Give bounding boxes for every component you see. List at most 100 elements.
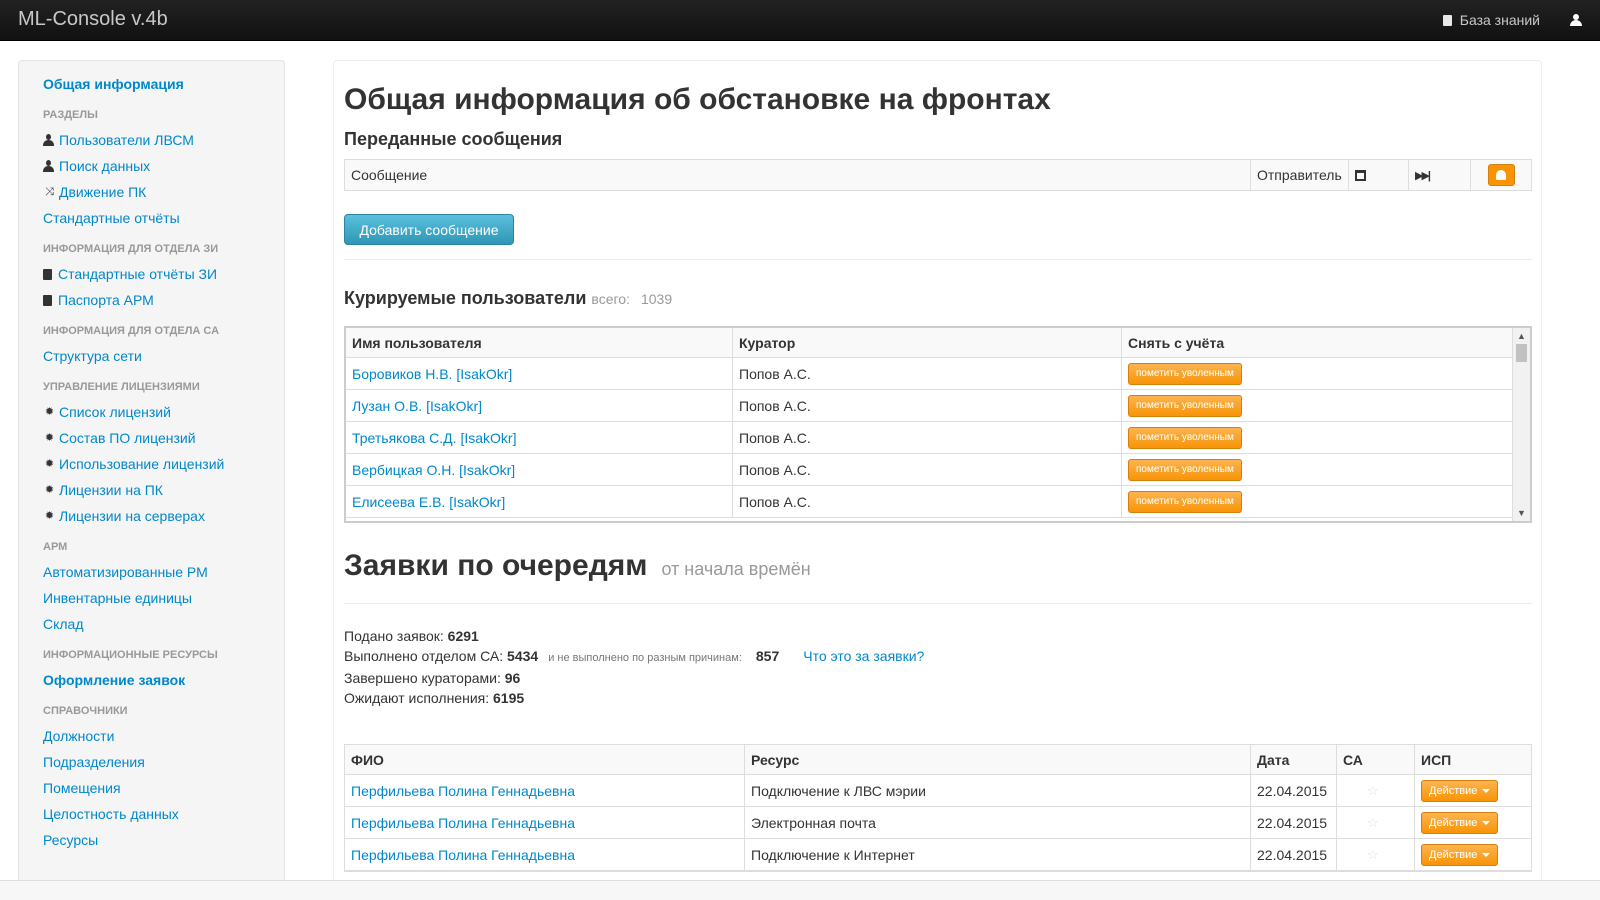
notify-button[interactable] — [1487, 164, 1515, 186]
sidebar-item-warehouse[interactable]: Склад — [43, 611, 284, 637]
sidebar-item-license-usage[interactable]: ✹ Использование лицензий — [43, 451, 284, 477]
sidebar-item-label: Движение ПК — [59, 184, 147, 200]
stat-label: Выполнено отделом СА: — [344, 648, 504, 664]
sidebar-item-license-pc[interactable]: ✹ Лицензии на ПК — [43, 477, 284, 503]
sidebar-item-network-structure[interactable]: Структура сети — [43, 343, 284, 369]
scroll-down-icon[interactable]: ▼ — [1513, 505, 1530, 521]
sidebar-item-departments[interactable]: Подразделения — [43, 749, 284, 775]
mark-fired-button[interactable]: пометить уволенным — [1128, 362, 1242, 385]
stat-value: 96 — [504, 670, 521, 686]
col-message: Сообщение — [345, 160, 1251, 190]
sidebar-header-info-resources: Информационные ресурсы — [43, 649, 218, 661]
scroll-up-icon[interactable]: ▲ — [1513, 328, 1530, 344]
isp-cell: Действие — [1415, 807, 1531, 838]
sa-cell: ☆ — [1337, 775, 1415, 806]
sidebar-header-zi: Информация для отдела ЗИ — [43, 243, 219, 255]
action-dropdown-button[interactable]: Действие — [1421, 843, 1499, 866]
mark-fired-button[interactable]: пометить уволенным — [1128, 394, 1242, 417]
user-link[interactable]: Елисеева Е.В. [IsakOkr] — [352, 494, 505, 510]
sidebar-header-licenses: Управление лицензиями — [43, 381, 200, 393]
fio-link[interactable]: Перфильева Полина Геннадьевна — [351, 847, 575, 863]
calendar-icon — [1355, 169, 1366, 181]
action-label: Действие — [1429, 848, 1478, 861]
app-brand[interactable]: ML-Console v.4b — [18, 8, 168, 31]
mark-fired-button[interactable]: пометить уволенным — [1128, 458, 1242, 481]
users-scrollbar[interactable]: ▲ ▼ — [1512, 328, 1530, 521]
sidebar-item-label: Использование лицензий — [59, 456, 225, 472]
sidebar-item-data-integrity[interactable]: Целостность данных — [43, 801, 284, 827]
sidebar-header-sections: Разделы — [43, 109, 98, 121]
sidebar-item-license-list[interactable]: ✹ Список лицензий — [43, 399, 284, 425]
sidebar-item-requests[interactable]: Оформление заявок — [43, 667, 284, 693]
user-link[interactable]: Третьякова С.Д. [IsakOkr] — [352, 430, 516, 446]
col-username: Имя пользователя — [346, 328, 733, 357]
stat-done: Выполнено отделом СА: 5434 и не выполнено… — [344, 646, 924, 668]
knowledge-base-label: База знаний — [1459, 12, 1540, 28]
what-requests-link[interactable]: Что это за заявки? — [803, 648, 924, 664]
sidebar-item-inventory[interactable]: Инвентарные единицы — [43, 585, 284, 611]
cog-icon: ✹ — [44, 510, 55, 522]
stat-curated: Завершено кураторами: 96 — [344, 668, 924, 688]
sidebar-item-label: Паспорта АРМ — [58, 292, 154, 308]
sidebar-item-data-search[interactable]: Поиск данных — [43, 153, 284, 179]
user-link[interactable]: Лузан О.В. [IsakOkr] — [352, 398, 482, 414]
col-resource: Ресурс — [745, 745, 1251, 774]
fio-link[interactable]: Перфильева Полина Геннадьевна — [351, 815, 575, 831]
col-date[interactable] — [1349, 160, 1409, 190]
action-dropdown-button[interactable]: Действие — [1421, 811, 1499, 834]
add-message-button[interactable]: Добавить сообщение — [344, 214, 514, 245]
stat-value: 5434 — [507, 648, 539, 664]
sidebar-header-sa: Информация для отдела СА — [43, 325, 220, 337]
user-link[interactable]: Боровиков Н.В. [IsakOkr] — [352, 366, 512, 382]
table-row: Елисеева Е.В. [IsakOkr] Попов А.С. помет… — [346, 486, 1530, 518]
date-cell: 22.04.2015 — [1251, 839, 1337, 870]
star-icon[interactable]: ☆ — [1367, 847, 1379, 863]
sidebar-header-arm: АРМ — [43, 541, 68, 553]
mark-fired-button[interactable]: пометить уволенным — [1128, 490, 1242, 513]
messages-title: Переданные сообщения — [344, 129, 563, 149]
star-icon[interactable]: ☆ — [1367, 783, 1379, 799]
sidebar-item-license-software[interactable]: ✹ Состав ПО лицензий — [43, 425, 284, 451]
sidebar-item-zi-reports[interactable]: Стандартные отчёты ЗИ — [43, 261, 284, 287]
sidebar-item-license-servers[interactable]: ✹ Лицензии на серверах — [43, 503, 284, 529]
action-dropdown-button[interactable]: Действие — [1421, 779, 1499, 802]
sidebar-item-lvsm-users[interactable]: Пользователи ЛВСМ — [43, 127, 284, 153]
navbar-right: База знаний — [1442, 12, 1582, 28]
sidebar-item-rooms[interactable]: Помещения — [43, 775, 284, 801]
sidebar-item-label: Стандартные отчёты ЗИ — [58, 266, 218, 282]
queues-subtitle: от начала времён — [661, 559, 811, 579]
fio-cell: Перфильева Полина Геннадьевна — [345, 775, 745, 806]
sidebar-item-label: Список лицензий — [59, 404, 171, 420]
fio-link[interactable]: Перфильева Полина Геннадьевна — [351, 783, 575, 799]
resource-cell: Подключение к Интернет — [745, 839, 1251, 870]
stat-label: Завершено кураторами: — [344, 670, 501, 686]
sidebar-item-positions[interactable]: Должности — [43, 723, 284, 749]
fio-cell: Перфильева Полина Геннадьевна — [345, 807, 745, 838]
queues-title-text: Заявки по очередям — [344, 549, 648, 582]
isp-cell: Действие — [1415, 775, 1531, 806]
sidebar-item-label: Лицензии на серверах — [59, 508, 205, 524]
user-link[interactable]: Вербицкая О.Н. [IsakOkr] — [352, 462, 515, 478]
sidebar-item-arm-passports[interactable]: Паспорта АРМ — [43, 287, 284, 313]
col-sender: Отправитель — [1251, 160, 1349, 190]
col-date: Дата — [1251, 745, 1337, 774]
action-label: Действие — [1429, 784, 1478, 797]
requests-table-header: ФИО Ресурс Дата СА ИСП — [345, 745, 1531, 775]
user-icon — [43, 160, 54, 172]
table-row: Лузан О.В. [IsakOkr] Попов А.С. пометить… — [346, 390, 1530, 422]
col-forward[interactable]: ▶▶| — [1409, 160, 1471, 190]
knowledge-base-link[interactable]: База знаний — [1442, 12, 1540, 28]
user-icon — [43, 134, 54, 146]
users-total-label: всего: — [591, 291, 630, 307]
sidebar-item-automated-rm[interactable]: Автоматизированные РМ — [43, 559, 284, 585]
star-icon[interactable]: ☆ — [1367, 815, 1379, 831]
scroll-thumb[interactable] — [1516, 344, 1527, 362]
mark-fired-button[interactable]: пометить уволенным — [1128, 426, 1242, 449]
users-table[interactable]: Имя пользователя Куратор Снять с учёта Б… — [344, 326, 1532, 523]
user-menu-icon[interactable] — [1570, 14, 1582, 26]
sidebar-item-pc-movement[interactable]: ⤨ Движение ПК — [43, 179, 284, 205]
sidebar-item-standard-reports[interactable]: Стандартные отчёты — [43, 205, 284, 231]
sidebar-item-resources[interactable]: Ресурсы — [43, 827, 284, 853]
users-table-header: Имя пользователя Куратор Снять с учёта — [346, 328, 1530, 358]
sidebar-item-overview[interactable]: Общая информация — [43, 71, 284, 97]
